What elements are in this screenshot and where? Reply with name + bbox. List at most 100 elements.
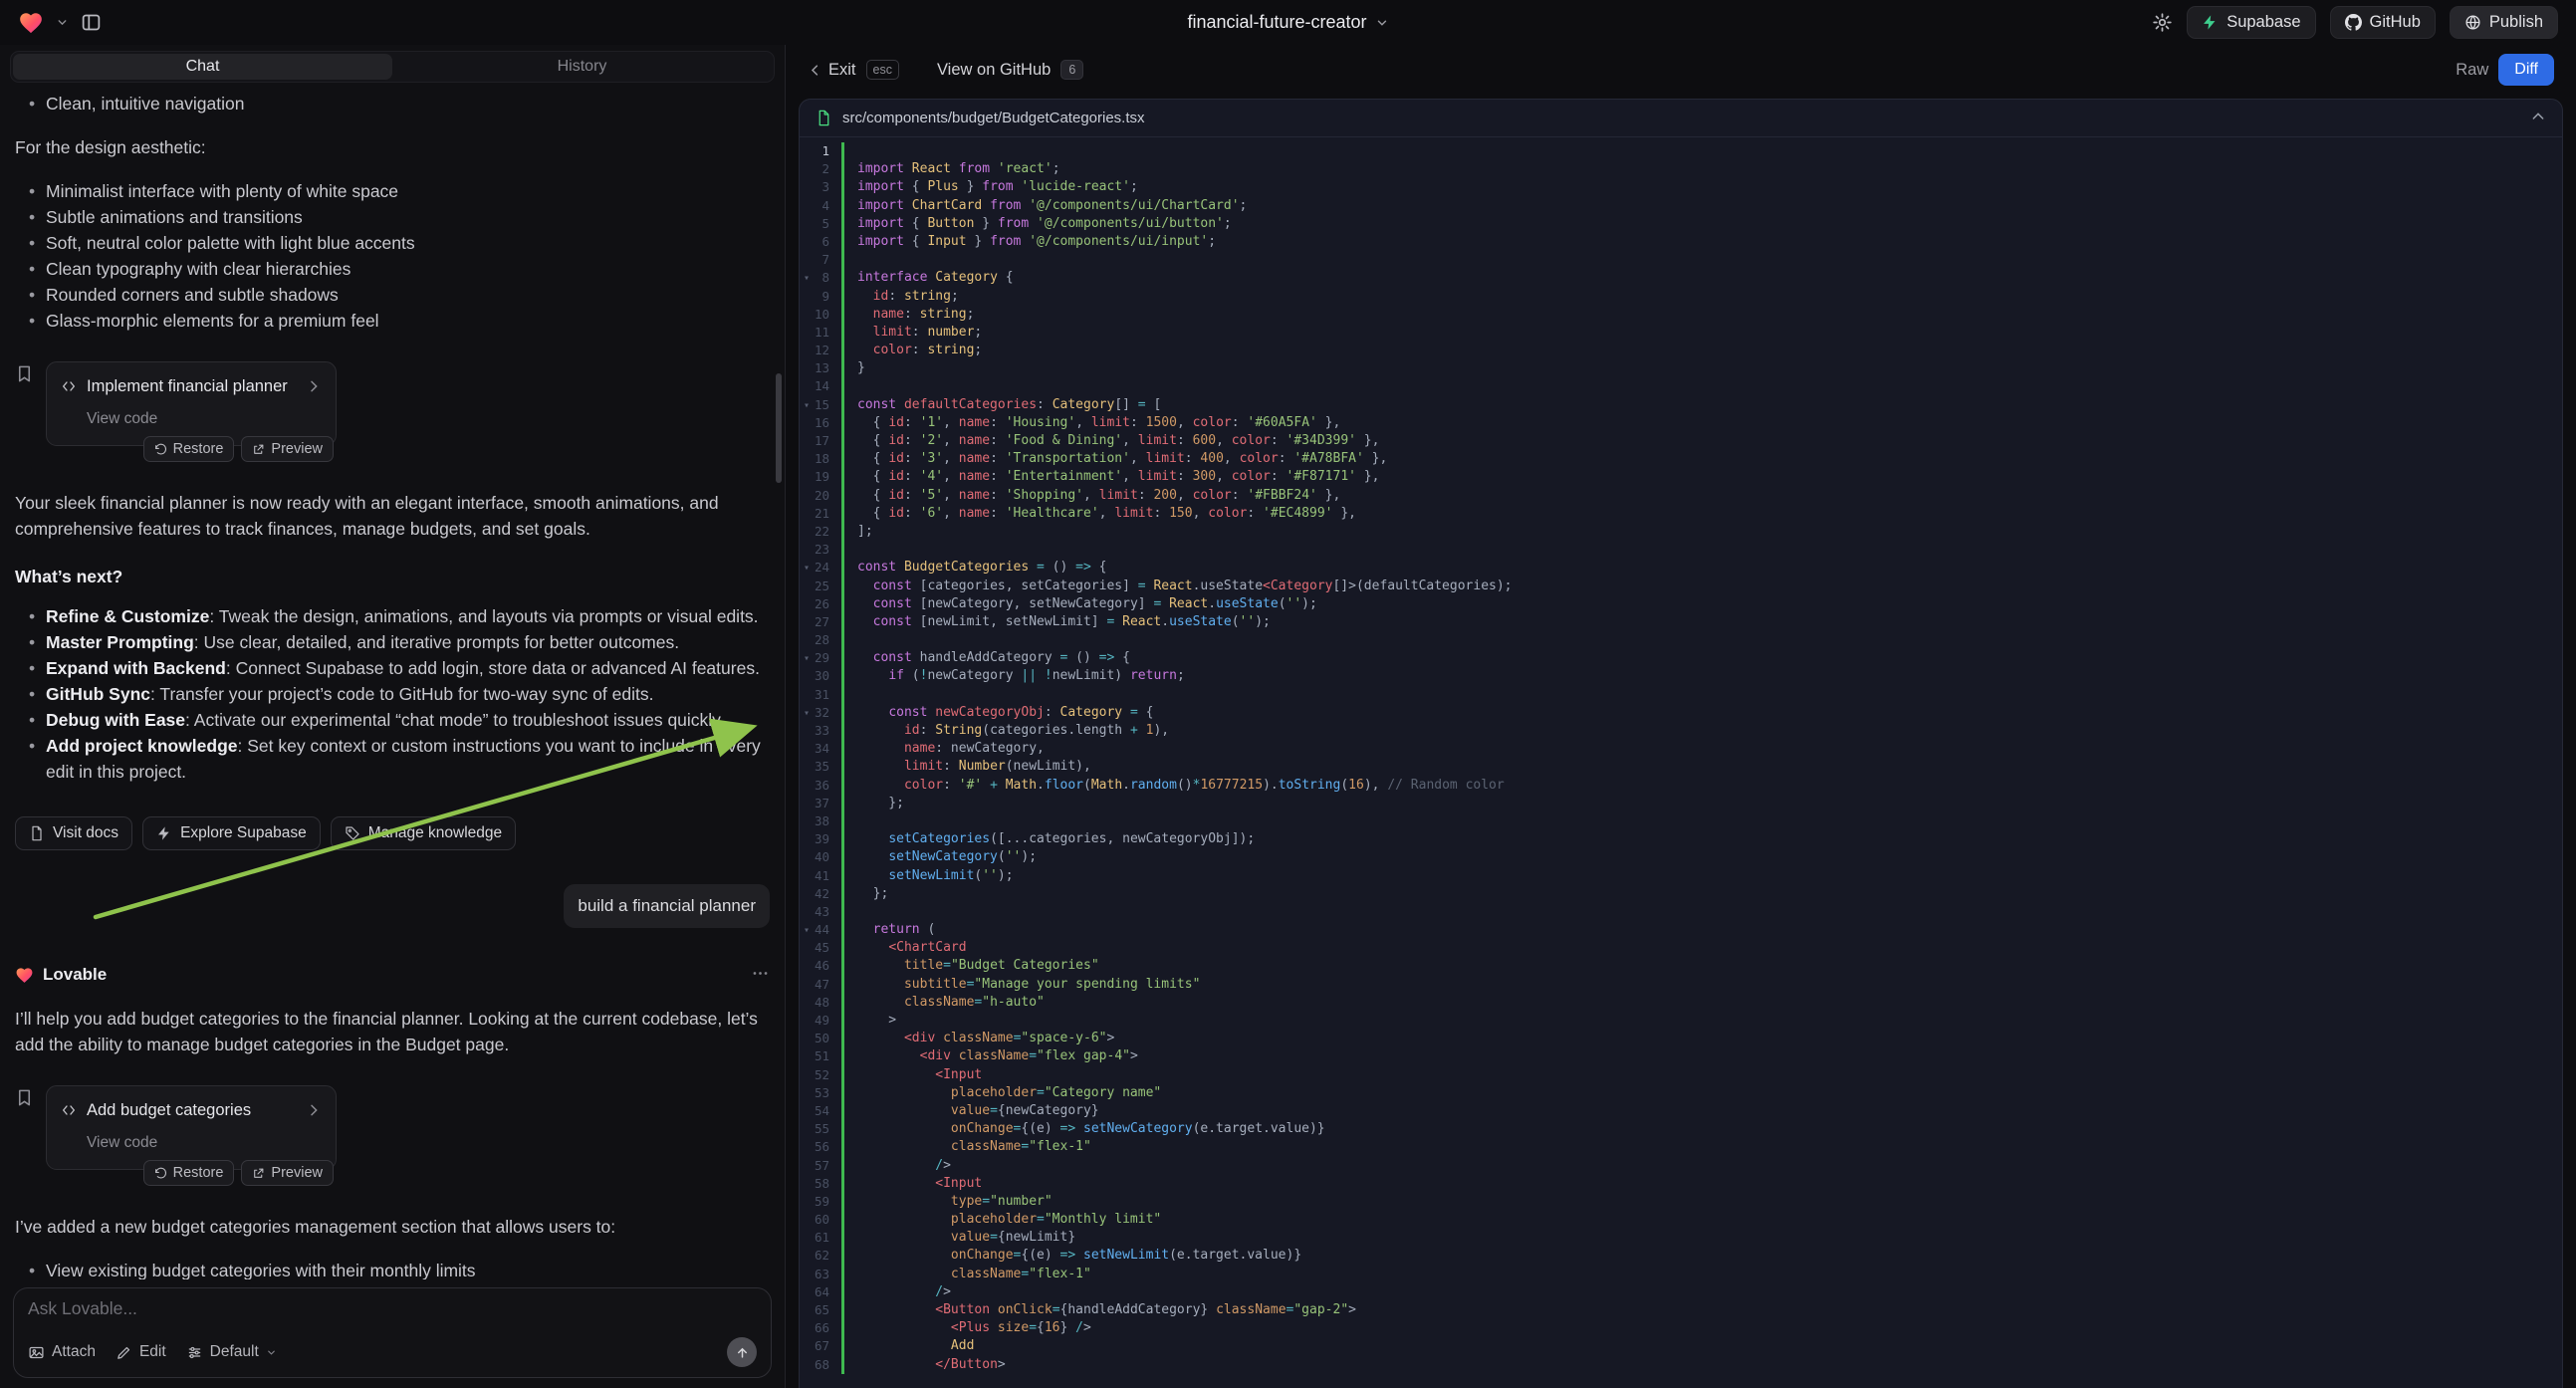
line-number: 37: [800, 795, 841, 812]
line-number: 1: [800, 142, 841, 160]
code-line: 25 const [categories, setCategories] = R…: [800, 578, 2562, 595]
code-line: 3import { Plus } from 'lucide-react';: [800, 178, 2562, 196]
chat-scrollbar-thumb[interactable]: [776, 373, 782, 483]
version-card[interactable]: Add budget categoriesView codeRestorePre…: [46, 1085, 337, 1170]
code-line: 17 { id: '2', name: 'Food & Dining', lim…: [800, 432, 2562, 450]
code-line: 7: [800, 251, 2562, 269]
view-code-link[interactable]: View code: [87, 406, 322, 432]
line-number: 23: [800, 541, 841, 559]
code-content: [841, 541, 2562, 559]
preview-button[interactable]: Preview: [241, 1160, 334, 1186]
edit-label: Edit: [139, 1343, 166, 1361]
code-content: [841, 251, 2562, 269]
list-item: Clean, intuitive navigation: [15, 91, 770, 116]
chevron-right-icon: [306, 1102, 322, 1118]
code-content: import React from 'react';: [841, 160, 2562, 178]
code-content: value={newLimit}: [841, 1229, 2562, 1247]
preview-button[interactable]: Preview: [241, 436, 334, 462]
code-content: [841, 686, 2562, 704]
restore-button[interactable]: Restore: [143, 1160, 235, 1186]
message-options-button[interactable]: [751, 964, 770, 986]
chat-input[interactable]: [28, 1298, 757, 1330]
manage-knowledge-button[interactable]: Manage knowledge: [331, 816, 516, 850]
code-line: 61 value={newLimit}: [800, 1229, 2562, 1247]
attach-button[interactable]: Attach: [28, 1343, 96, 1361]
code-line: 52 <Input: [800, 1066, 2562, 1084]
fold-marker[interactable]: ▾: [804, 270, 810, 288]
edit-button[interactable]: Edit: [116, 1343, 166, 1361]
fold-marker[interactable]: ▾: [804, 650, 810, 668]
github-count-badge: 6: [1060, 60, 1083, 81]
view-on-github-label: View on GitHub: [937, 61, 1051, 80]
arrow-up-icon: [735, 1345, 750, 1360]
user-message: build a financial planner: [564, 884, 770, 928]
code-line: 60 placeholder="Monthly limit": [800, 1211, 2562, 1229]
code-content: if (!newCategory || !newLimit) return;: [841, 667, 2562, 685]
fold-marker[interactable]: ▾: [804, 397, 810, 415]
code-content: />: [841, 1157, 2562, 1175]
line-number: 57: [800, 1157, 841, 1175]
visit-docs-button[interactable]: Visit docs: [15, 816, 132, 850]
line-number: 40: [800, 848, 841, 866]
tab-chat[interactable]: Chat: [13, 54, 392, 80]
supabase-button[interactable]: Supabase: [2187, 6, 2315, 39]
code-line: 28: [800, 631, 2562, 649]
fold-marker[interactable]: ▾: [804, 560, 810, 578]
code-line: 50 <div className="space-y-6">: [800, 1030, 2562, 1047]
explore-supabase-button[interactable]: Explore Supabase: [142, 816, 321, 850]
code-content: id: String(categories.length + 1),: [841, 722, 2562, 740]
restore-button[interactable]: Restore: [143, 436, 235, 462]
code-content: setCategories([...categories, newCategor…: [841, 830, 2562, 848]
list-item: Glass-morphic elements for a premium fee…: [15, 308, 770, 334]
view-on-github-button[interactable]: View on GitHub: [937, 61, 1051, 80]
line-number: 65: [800, 1301, 841, 1319]
external-link-icon: [252, 443, 265, 456]
code-body[interactable]: 12import React from 'react';3import { Pl…: [800, 137, 2562, 1388]
bullet-list: View existing budget categories with the…: [15, 1258, 770, 1279]
workspace-chevron-down-icon[interactable]: [56, 16, 69, 29]
assistant-paragraph: I’ll help you add budget categories to t…: [15, 1006, 770, 1057]
chat-messages: Clean, intuitive navigationFor the desig…: [0, 85, 785, 1279]
supabase-label: Supabase: [2226, 13, 2300, 32]
code-line: 41 setNewLimit('');: [800, 867, 2562, 885]
file-bar[interactable]: src/components/budget/BudgetCategories.t…: [800, 100, 2562, 137]
dots-icon: [751, 964, 770, 983]
version-card[interactable]: Implement financial plannerView codeRest…: [46, 361, 337, 446]
project-title: financial-future-creator: [1187, 12, 1366, 33]
chat-panel: Chat History Clean, intuitive navigation…: [0, 45, 786, 1388]
chevron-up-icon[interactable]: [2530, 109, 2546, 127]
code-line: 66 <Plus size={16} />: [800, 1319, 2562, 1337]
diff-button[interactable]: Diff: [2498, 54, 2554, 86]
code-content: };: [841, 885, 2562, 903]
line-number: 49: [800, 1012, 841, 1030]
assistant-heading: What’s next?: [15, 564, 770, 589]
code-line: 2import React from 'react';: [800, 160, 2562, 178]
bolt-icon: [156, 825, 172, 841]
code-line: 26 const [newCategory, setNewCategory] =…: [800, 595, 2562, 613]
code-line: 6import { Input } from '@/components/ui/…: [800, 233, 2562, 251]
raw-button[interactable]: Raw: [2456, 61, 2488, 80]
tab-history[interactable]: History: [392, 54, 772, 80]
list-item: GitHub Sync: Transfer your project’s cod…: [15, 681, 770, 707]
version-card-row: Implement financial plannerView codeRest…: [15, 361, 770, 446]
send-button[interactable]: [727, 1337, 757, 1367]
view-code-link[interactable]: View code: [87, 1130, 322, 1156]
fold-marker[interactable]: ▾: [804, 705, 810, 723]
exit-button[interactable]: Exit: [808, 61, 856, 80]
restore-icon: [154, 1167, 167, 1180]
code-line: 34 name: newCategory,: [800, 740, 2562, 758]
version-card-actions: RestorePreview: [143, 1160, 334, 1186]
publish-label: Publish: [2489, 13, 2543, 32]
github-button[interactable]: GitHub: [2330, 6, 2436, 39]
publish-button[interactable]: Publish: [2450, 6, 2558, 39]
settings-gear-icon[interactable]: [2152, 12, 2173, 33]
sidebar-toggle-icon[interactable]: [81, 12, 102, 33]
default-mode-button[interactable]: Default: [186, 1343, 277, 1361]
code-content: setNewLimit('');: [841, 867, 2562, 885]
project-title-menu[interactable]: financial-future-creator: [1187, 12, 1388, 33]
github-icon: [2345, 14, 2362, 31]
lovable-logo-icon[interactable]: [18, 10, 44, 36]
attach-label: Attach: [52, 1343, 96, 1361]
code-line: ▾44 return (: [800, 921, 2562, 939]
fold-marker[interactable]: ▾: [804, 922, 810, 940]
